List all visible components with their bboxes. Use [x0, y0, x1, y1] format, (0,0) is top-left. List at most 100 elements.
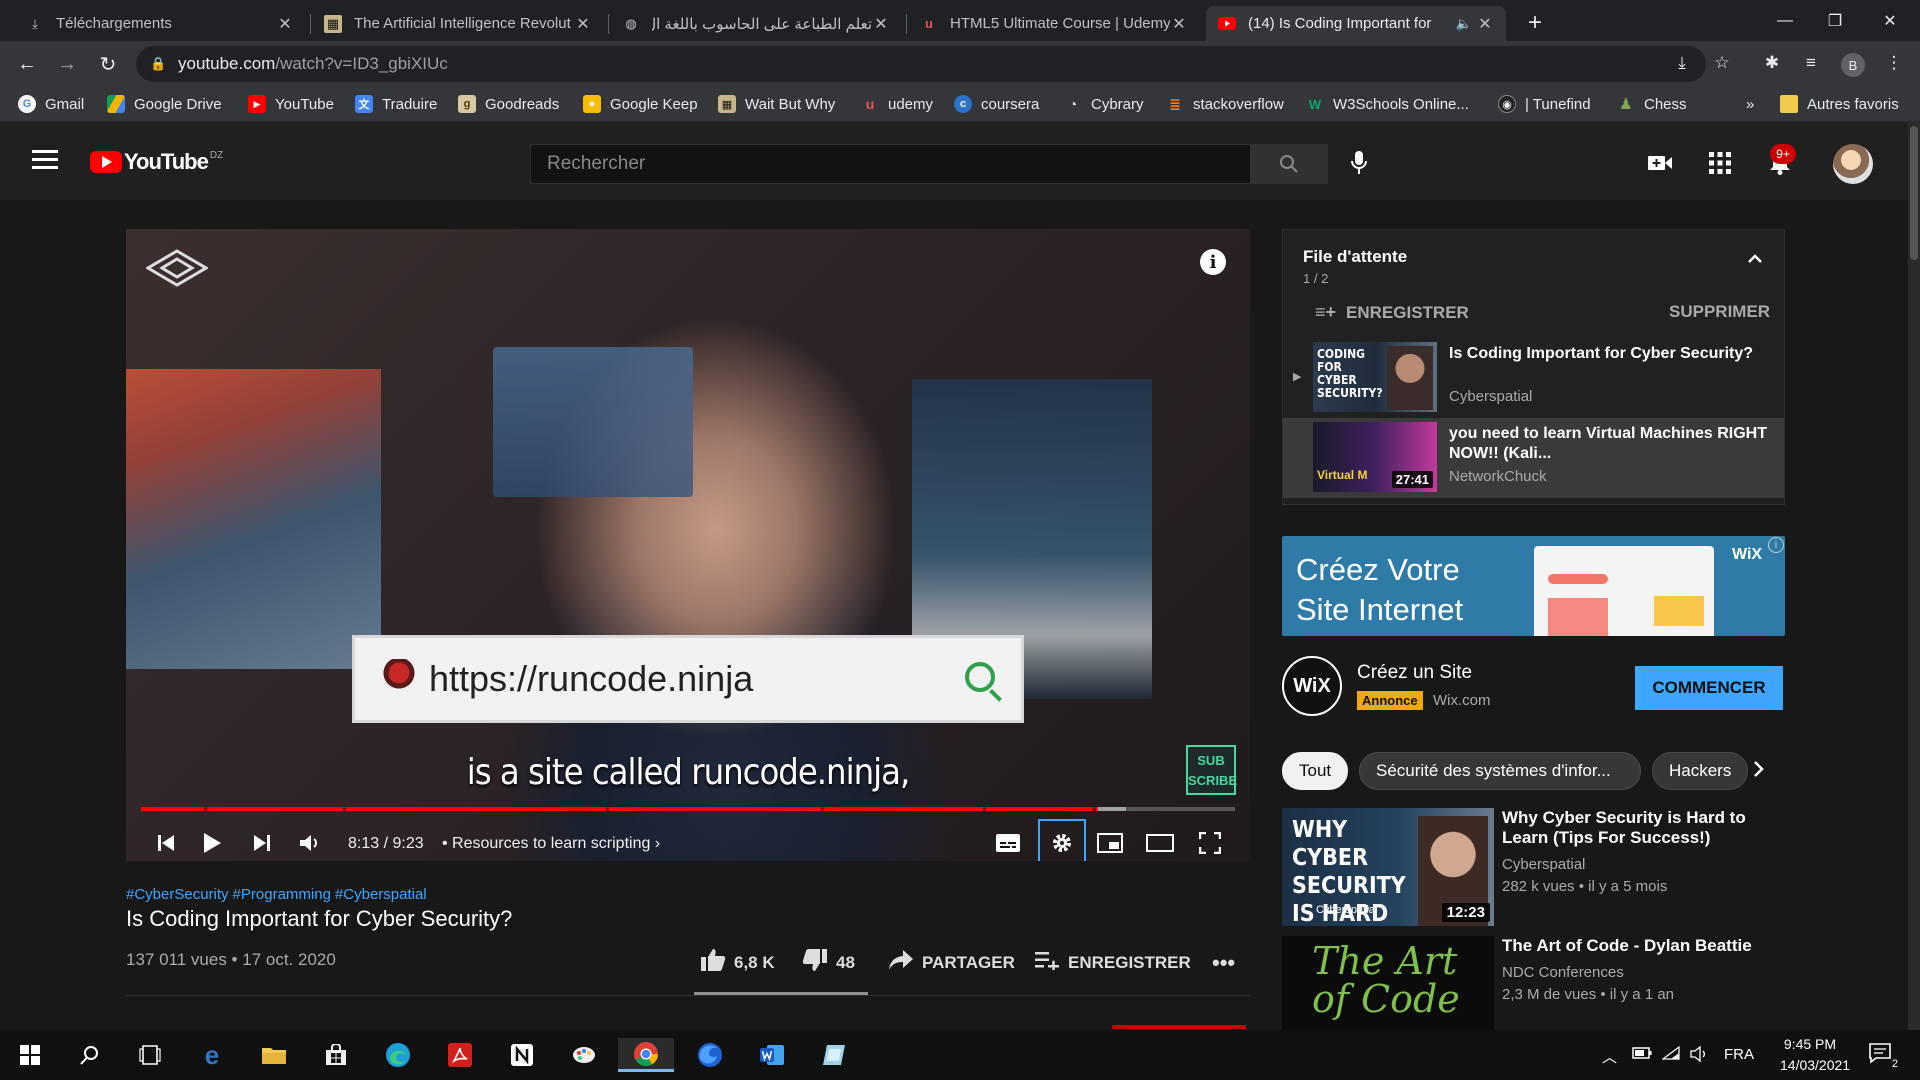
chevron-up-icon[interactable]	[1747, 250, 1767, 270]
bookmark-w3schools[interactable]: W W3Schools Online...	[1306, 93, 1469, 115]
speaker-icon[interactable]	[1690, 1045, 1710, 1066]
ad-info-icon[interactable]: i	[1768, 537, 1784, 553]
media-control-icon[interactable]: ≡	[1797, 49, 1825, 77]
dislike-button[interactable]: 48	[802, 949, 855, 976]
user-avatar[interactable]	[1833, 144, 1873, 184]
new-tab-button[interactable]: +	[1520, 8, 1550, 38]
extensions-puzzle-icon[interactable]: ✱	[1758, 49, 1786, 77]
close-tab-icon[interactable]: ✕	[276, 14, 294, 34]
ad-cta-button[interactable]: COMMENCER	[1635, 666, 1783, 710]
chip-security[interactable]: Sécurité des systèmes d'infor...	[1359, 752, 1641, 790]
hashtag-link[interactable]: #Programming	[233, 886, 331, 903]
more-actions-icon[interactable]: •••	[1212, 950, 1235, 976]
search-input[interactable]: Rechercher	[530, 144, 1250, 184]
chip-hackers[interactable]: Hackers	[1652, 752, 1749, 790]
install-app-icon[interactable]: ⤓	[1668, 49, 1696, 77]
windows-start-icon[interactable]	[12, 1038, 48, 1072]
kebab-menu-icon[interactable]: ⋮	[1880, 49, 1908, 77]
address-bar[interactable]: 🔒 youtube.com/watch?v=ID3_gbiXIUc	[136, 46, 1706, 82]
subtitles-icon[interactable]	[990, 825, 1026, 861]
minimize-icon[interactable]: —	[1760, 0, 1810, 41]
queue-item[interactable]: Virtual M 27:41 you need to learn Virtua…	[1283, 418, 1784, 498]
theater-mode-icon[interactable]	[1142, 825, 1178, 861]
chrome-icon[interactable]	[618, 1038, 674, 1072]
paint-icon[interactable]	[566, 1038, 602, 1072]
other-bookmarks-folder[interactable]: Autres favoris	[1780, 93, 1899, 115]
page-scrollbar[interactable]	[1908, 122, 1920, 1030]
task-view-icon[interactable]	[132, 1038, 168, 1072]
chip-all[interactable]: Tout	[1282, 752, 1349, 790]
settings-gear-icon[interactable]	[1038, 819, 1086, 861]
chapter-title[interactable]: • Resources to learn scripting ›	[442, 835, 660, 853]
close-tab-icon[interactable]: ✕	[1170, 14, 1188, 34]
bookmark-stackoverflow[interactable]: ≣ stackoverflow	[1166, 93, 1284, 115]
next-icon[interactable]	[244, 825, 280, 861]
action-center-icon[interactable]: 2	[1868, 1042, 1898, 1070]
bookmark-tunefind[interactable]: ◉ | Tunefind	[1498, 93, 1591, 115]
close-tab-icon[interactable]: ✕	[1476, 14, 1494, 34]
like-button[interactable]: 6,8 K	[700, 949, 775, 976]
close-window-icon[interactable]: ✕	[1865, 0, 1915, 41]
taskbar-clock[interactable]: 9:45 PM 14/03/2021	[1780, 1034, 1850, 1076]
acrobat-reader-icon[interactable]	[442, 1038, 478, 1072]
input-language[interactable]: FRA	[1724, 1046, 1754, 1063]
tab-udemy[interactable]: u HTML5 Ultimate Course | Udemy ✕	[908, 6, 1200, 41]
bookmark-cybrary[interactable]: ◔ Cybrary	[1064, 93, 1144, 115]
ad-title[interactable]: Créez un Site	[1357, 662, 1472, 684]
profile-avatar[interactable]: B	[1841, 53, 1865, 77]
advertiser-logo[interactable]: WiX	[1282, 656, 1342, 716]
youtube-logo[interactable]: YouTube DZ	[90, 149, 223, 175]
tab-audio-icon[interactable]: 🔈	[1452, 16, 1476, 32]
chevron-right-icon[interactable]	[1752, 760, 1774, 782]
restore-icon[interactable]: ❐	[1810, 0, 1860, 41]
more-bookmarks-chevron[interactable]: »	[1746, 93, 1754, 115]
previous-icon[interactable]	[148, 825, 184, 861]
close-tab-icon[interactable]: ✕	[872, 14, 890, 34]
close-tab-icon[interactable]: ✕	[574, 14, 592, 34]
progress-bar[interactable]	[141, 807, 1235, 811]
microsoft-store-icon[interactable]	[318, 1038, 354, 1072]
bookmark-google-drive[interactable]: Google Drive	[107, 93, 222, 115]
video-player[interactable]: i https://runcode.ninja is a site called…	[126, 229, 1250, 861]
search-button[interactable]	[1250, 144, 1328, 184]
bookmark-gmail[interactable]: G Gmail	[18, 93, 84, 115]
bookmark-youtube[interactable]: ▶ YouTube	[248, 93, 334, 115]
hamburger-menu-icon[interactable]	[32, 150, 58, 170]
edge-icon[interactable]	[380, 1038, 416, 1072]
recommendation-item[interactable]: WHY CYBER SECURITY IS HARD Cyberspatial …	[1282, 808, 1785, 928]
reload-icon[interactable]: ↻	[93, 49, 123, 79]
bookmark-traduire[interactable]: 文 Traduire	[355, 93, 437, 115]
tab-ai-revolution[interactable]: ▦ The Artificial Intelligence Revolut ✕	[312, 6, 604, 41]
forward-arrow-icon[interactable]: →	[52, 49, 82, 79]
queue-item[interactable]: ▶ CODING FOR CYBER SECURITY? Is Coding I…	[1283, 338, 1784, 418]
save-to-playlist-button[interactable]: ENREGISTRER	[1034, 950, 1191, 976]
bookmark-chess[interactable]: ♟ Chess	[1617, 93, 1686, 115]
hashtag-link[interactable]: #CyberSecurity	[126, 886, 229, 903]
firefox-icon[interactable]	[692, 1038, 728, 1072]
share-button[interactable]: PARTAGER	[888, 950, 1015, 976]
bookmark-wait-but-why[interactable]: ▦ Wait But Why	[718, 93, 835, 115]
microphone-icon[interactable]	[1345, 149, 1373, 177]
queue-delete-button[interactable]: SUPPRIMER	[1669, 302, 1770, 322]
channel-watermark-icon[interactable]	[146, 249, 208, 287]
notion-icon[interactable]	[504, 1038, 540, 1072]
create-video-icon[interactable]	[1646, 149, 1674, 177]
tray-chevron-up-icon[interactable]: ︿	[1602, 1046, 1617, 1067]
info-icon[interactable]: i	[1200, 249, 1226, 275]
ad-banner[interactable]: Créez Votre Site Internet WiX	[1282, 536, 1785, 636]
queue-save-button[interactable]: ≡+ ENREGISTRER	[1315, 302, 1469, 323]
bookmark-coursera[interactable]: c coursera	[954, 93, 1039, 115]
fullscreen-icon[interactable]	[1192, 825, 1228, 861]
subscribe-watermark[interactable]: SUB SCRIBE	[1186, 745, 1237, 795]
word-icon[interactable]	[754, 1038, 790, 1072]
tab-arabic-typing[interactable]: ◍ تعلم الطباعة على الحاسوب باللغة ال ✕	[610, 6, 902, 41]
apps-grid-icon[interactable]	[1706, 149, 1734, 177]
play-button[interactable]	[194, 825, 230, 861]
tab-youtube-active[interactable]: (14) Is Coding Important for 🔈 ✕	[1206, 6, 1506, 41]
bookmark-udemy[interactable]: u udemy	[861, 93, 933, 115]
hashtag-link[interactable]: #Cyberspatial	[335, 886, 427, 903]
miniplayer-icon[interactable]	[1092, 825, 1128, 861]
subscribe-button-peek[interactable]	[1112, 1025, 1246, 1029]
back-arrow-icon[interactable]: ←	[12, 49, 42, 79]
bookmark-goodreads[interactable]: g Goodreads	[458, 93, 559, 115]
